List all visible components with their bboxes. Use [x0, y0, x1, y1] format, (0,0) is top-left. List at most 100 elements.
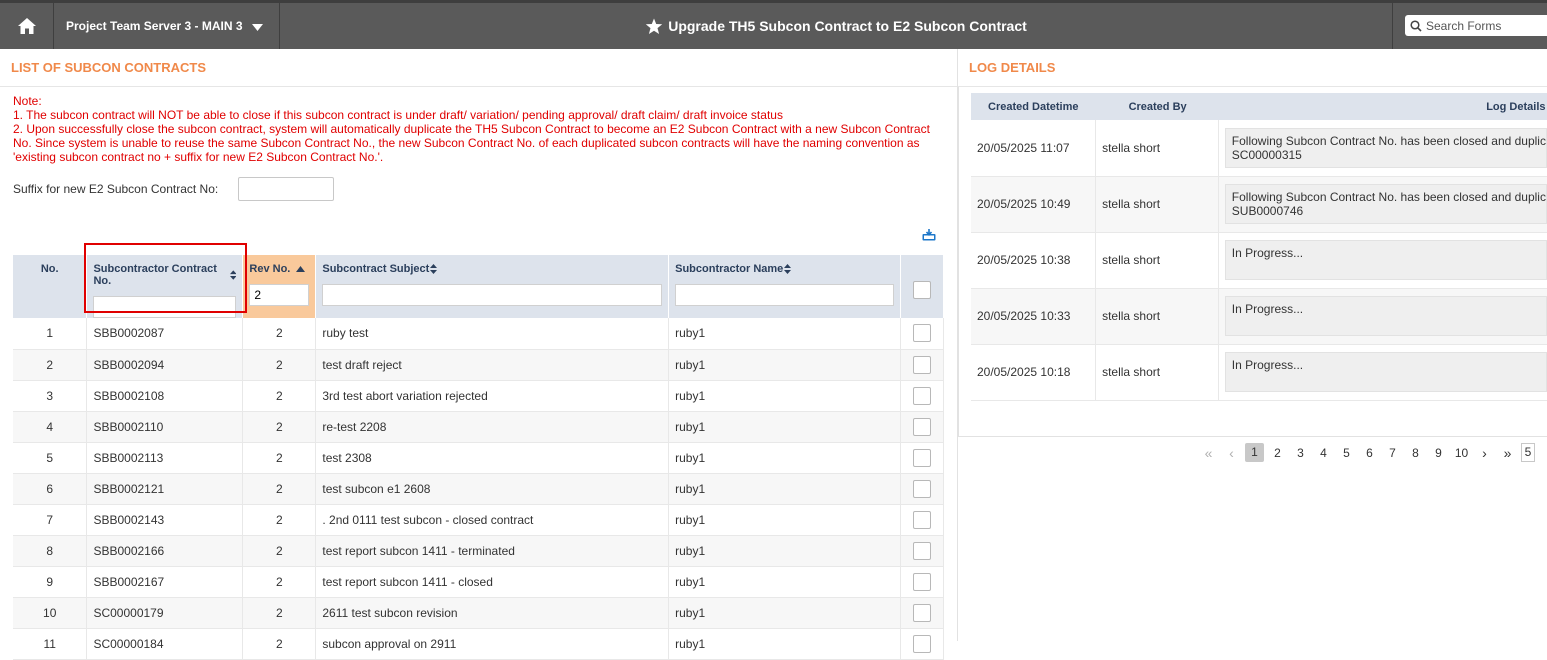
- cell-subject: ruby test: [315, 318, 670, 350]
- cell-contract-no: SBB0002094: [86, 349, 244, 381]
- col-header-rev-no[interactable]: Rev No.: [242, 255, 317, 318]
- col-header-select-all: [900, 255, 945, 318]
- export-icon[interactable]: [922, 229, 936, 244]
- cell-subject: re-test 2208: [315, 411, 670, 443]
- col-header-no-label: No.: [40, 263, 59, 275]
- suffix-input[interactable]: [238, 177, 334, 201]
- cell-rev-no: 2: [242, 628, 317, 660]
- row-checkbox[interactable]: [912, 324, 931, 343]
- search-input[interactable]: [1426, 18, 1546, 33]
- last-page-icon[interactable]: »: [1498, 445, 1517, 461]
- cell-select: [900, 380, 945, 412]
- cell-rev-no: 2: [242, 504, 317, 536]
- log-cell-details: In Progress...: [1218, 288, 1547, 345]
- cell-rev-no: 2: [242, 411, 317, 443]
- page-size-select[interactable]: 5: [1521, 443, 1535, 462]
- log-col-by[interactable]: Created By: [1095, 93, 1219, 120]
- log-details-line-1: In Progress...: [1231, 302, 1304, 316]
- search-box: [1405, 15, 1547, 36]
- cell-contract-no: SC00000184: [86, 628, 244, 660]
- log-card: Created Datetime Created By Log Details …: [958, 87, 1547, 462]
- filter-name[interactable]: [675, 284, 894, 306]
- col-header-no: No.: [13, 255, 88, 318]
- home-button[interactable]: [0, 3, 54, 49]
- cell-contract-no: SBB0002166: [86, 535, 244, 567]
- col-header-name[interactable]: Subcontractor Name: [668, 255, 901, 318]
- next-page-icon[interactable]: ›: [1475, 445, 1494, 461]
- table-row[interactable]: 1 SBB0002087 2 ruby test ruby1: [13, 318, 945, 350]
- cell-rev-no: 2: [242, 380, 317, 412]
- top-bar: Project Team Server 3 - MAIN 3 Upgrade T…: [0, 0, 1547, 49]
- cell-no: 1: [13, 318, 88, 350]
- page-button[interactable]: 9: [1429, 446, 1448, 460]
- cell-no: 11: [13, 628, 88, 660]
- cell-name: ruby1: [668, 380, 901, 412]
- cell-rev-no: 2: [242, 349, 317, 381]
- row-checkbox[interactable]: [912, 448, 931, 467]
- page-button[interactable]: 2: [1268, 446, 1287, 460]
- log-details-box: In Progress...: [1224, 296, 1547, 336]
- cell-contract-no: SBB0002087: [86, 318, 244, 350]
- page-button[interactable]: 6: [1360, 446, 1379, 460]
- star-icon[interactable]: [645, 18, 663, 35]
- log-details-line-2: SUB0000746: [1231, 204, 1304, 218]
- log-cell-details: In Progress...: [1218, 344, 1547, 401]
- log-col-details[interactable]: Log Details: [1218, 93, 1547, 120]
- sort-icon[interactable]: [229, 270, 237, 280]
- table-row[interactable]: 4 SBB0002110 2 re-test 2208 ruby1: [13, 411, 945, 443]
- log-header-row: Created Datetime Created By Log Details: [971, 93, 1547, 120]
- row-checkbox[interactable]: [912, 510, 931, 529]
- page-title: Upgrade TH5 Subcon Contract to E2 Subcon…: [280, 3, 1392, 49]
- cell-no: 4: [13, 411, 88, 443]
- filter-contract-no[interactable]: [93, 296, 237, 318]
- row-checkbox[interactable]: [912, 541, 931, 560]
- pagination: «‹ 1 2 3 4 5 6 7 8 9 10 ›» 5: [1199, 443, 1539, 462]
- page-button[interactable]: 5: [1337, 446, 1356, 460]
- col-header-contract-no[interactable]: Subcontractor Contract No.: [86, 255, 244, 318]
- filter-subject[interactable]: [322, 284, 663, 306]
- table-row[interactable]: 8 SBB0002166 2 test report subcon 1411 - te…: [13, 535, 945, 567]
- sort-icon[interactable]: [784, 264, 792, 274]
- cell-name: ruby1: [668, 473, 901, 505]
- row-checkbox[interactable]: [912, 634, 931, 653]
- note-item-1: 1. The subcon contract will NOT be able …: [13, 108, 783, 122]
- table-row[interactable]: 3 SBB0002108 2 3rd test abort variation rej…: [13, 380, 945, 412]
- table-row[interactable]: 5 SBB0002113 2 test 2308 ruby1: [13, 442, 945, 474]
- caret-down-icon: [251, 24, 263, 31]
- row-checkbox[interactable]: [912, 386, 931, 405]
- row-checkbox[interactable]: [912, 417, 931, 436]
- cell-contract-no: SBB0002108: [86, 380, 244, 412]
- table-row[interactable]: 6 SBB0002121 2 test subcon e1 2608 ruby1: [13, 473, 945, 505]
- row-checkbox[interactable]: [912, 572, 931, 591]
- page-button[interactable]: 4: [1314, 446, 1333, 460]
- row-checkbox[interactable]: [912, 479, 931, 498]
- filter-rev-no[interactable]: [249, 284, 310, 306]
- cell-select: [900, 473, 945, 505]
- cell-select: [900, 566, 945, 598]
- table-row[interactable]: 10 SC00000179 2 2611 test subcon revision ru…: [13, 597, 945, 629]
- page-button[interactable]: 7: [1383, 446, 1402, 460]
- log-col-created[interactable]: Created Datetime: [971, 93, 1096, 120]
- page-button[interactable]: 1: [1245, 443, 1264, 462]
- row-checkbox[interactable]: [912, 603, 931, 622]
- col-header-subject[interactable]: Subcontract Subject: [315, 255, 670, 318]
- page-button[interactable]: 8: [1406, 446, 1425, 460]
- sort-icon[interactable]: [430, 264, 438, 274]
- row-checkbox[interactable]: [912, 355, 931, 374]
- table-row[interactable]: 7 SBB0002143 2. 2nd 0111 test subcon - clo…: [13, 504, 945, 536]
- log-cell-created: 20/05/2025 10:38: [971, 232, 1097, 289]
- cell-select: [900, 628, 945, 660]
- table-row[interactable]: 2 SBB0002094 2 test draft reject ruby1: [13, 349, 945, 381]
- cell-contract-no: SBB0002113: [86, 442, 244, 474]
- first-page-icon[interactable]: «: [1199, 445, 1218, 461]
- page-button[interactable]: 10: [1452, 446, 1471, 460]
- prev-page-icon[interactable]: ‹: [1222, 445, 1241, 461]
- cell-name: ruby1: [668, 349, 901, 381]
- sort-asc-icon[interactable]: [296, 266, 306, 272]
- project-selector[interactable]: Project Team Server 3 - MAIN 3: [54, 3, 280, 49]
- log-row: 20/05/2025 10:18 stella short In Progress.…: [971, 344, 1547, 401]
- select-all-checkbox[interactable]: [912, 280, 931, 299]
- table-row[interactable]: 9 SBB0002167 2 test report subcon 1411 - cl…: [13, 566, 945, 598]
- page-button[interactable]: 3: [1291, 446, 1310, 460]
- table-row[interactable]: 11 SC00000184 2 subcon approval on 2911 ruby…: [13, 628, 945, 660]
